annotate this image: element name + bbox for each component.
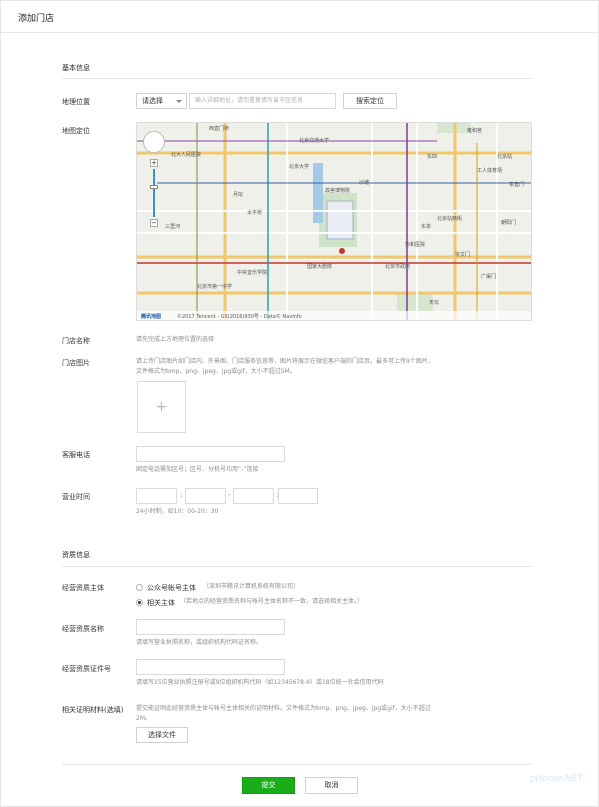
map-place: 国家大剧院 [307,264,333,270]
map-place: 北京站 [497,154,513,160]
open-minute-input[interactable] [185,488,226,504]
map-place: 工人体育场 [477,168,503,174]
subject-label: 经营资质主体 [62,584,104,592]
region-select[interactable]: 请选择 [136,93,187,109]
qualification-name-input[interactable] [136,619,285,635]
hours-label: 营业时间 [62,493,90,501]
region-select-value: 请选择 [142,97,163,105]
zoom-out-icon[interactable]: − [150,219,158,227]
zoom-in-icon[interactable]: + [150,159,158,167]
map-place: 西直门桥 [209,126,230,132]
map-place: 故宫博物院 [325,188,351,194]
map-place: 天坛 [429,300,440,306]
page-title: 添加门店 [18,14,55,24]
store-name-label: 门店名称 [62,337,90,345]
map-place: 协和医院 [405,242,426,248]
watermark: pHome.NET [529,774,583,784]
map-place: 广渠门 [481,274,497,280]
qualification-name-label: 经营资质名称 [62,625,104,633]
map[interactable]: 西直门桥 雍和宫 北京交通大学 北大人民医院 北京站 沙滩 故宫博物院 月坛 太… [136,122,532,321]
store-images-label: 门店图片 [62,359,90,367]
section-title-qualification: 资质信息 [62,551,90,559]
plus-icon: + [155,399,168,415]
map-pan-control[interactable] [143,131,165,153]
map-place: 沙滩 [359,180,370,186]
option-account-subject-note: （深圳市腾讯计算机系统有限公司） [203,583,300,590]
divider [62,764,532,765]
map-place: 雍和宫 [467,128,483,134]
phone-label: 客服电话 [62,451,90,459]
cancel-button[interactable]: 取消 [305,777,358,794]
zoom-slider[interactable] [153,169,155,217]
map-place: 东直门 [509,182,525,188]
store-images-hint: 请上传门店图片如门店内、外景图、门店服务信息等，图片将展示在微信客户端的门店页。… [136,358,434,375]
tencent-map-logo: 腾讯地图 [141,314,162,320]
image-upload-box[interactable]: + [137,381,186,433]
close-hour-input[interactable] [233,488,274,504]
map-place: 北京市第一中学 [197,284,233,290]
search-location-button[interactable]: 搜索定位 [343,93,397,109]
chevron-down-icon [176,100,182,103]
divider [62,78,532,79]
store-name-hint: 请先完成上方地理位置的选择 [136,336,215,343]
close-minute-input[interactable] [278,488,318,504]
map-place: 东单 [421,224,432,230]
map-place: 北大人民医院 [171,152,202,158]
address-placeholder: 输入详细地址，请勿重复填写省市区信息 [195,97,304,104]
qualification-name-hint: 请填写营业执照名称，或组织机构代码证名称。 [136,639,263,646]
open-hour-input[interactable] [136,488,177,504]
radio-account-subject[interactable] [136,584,143,591]
cert-number-hint: 请填写15位营业执照注册号或9位组织机构代码（如12345678-9）或18位统… [136,679,384,686]
map-place: 三里河 [165,224,181,230]
proof-label: 相关证明材料(选填) [62,706,124,714]
top-bar [1,1,598,33]
map-label: 地图定位 [62,127,90,135]
section-title-basic: 基本信息 [62,64,90,72]
map-place: 崇文门 [455,252,471,258]
phone-hint: 固定电话需加区号；区号、分机号均用“-”连接 [136,466,259,473]
phone-input[interactable] [136,446,285,462]
option-related-subject-note: （若地点的经营资质名称与帐号主体名称不一致，请选择相关主体。） [180,598,364,605]
location-label: 地理位置 [62,98,90,106]
zoom-handle[interactable] [150,185,158,189]
map-place: 东四 [427,154,438,160]
address-input[interactable]: 输入详细地址，请勿重复填写省市区信息 [189,93,336,109]
map-place: 北京大学 [289,164,310,170]
hours-colon: : [180,491,183,499]
map-place: 朝阳门 [501,220,517,226]
map-place: 太平桥 [247,210,263,216]
hours-hint: 24小时制，如10：00-20：30 [136,508,219,515]
choose-file-button[interactable]: 选择文件 [136,727,188,743]
divider [62,566,532,567]
map-place: 月坛 [233,192,244,198]
cert-number-input[interactable] [136,659,285,675]
submit-button[interactable]: 提交 [242,777,295,794]
map-place: 北京站西街 [437,216,463,222]
proof-hint: 提交能证明此经营资质主体与帐号主体相关的证明材料。文件格式为bmp、png、jp… [136,705,431,722]
option-account-subject-label: 公众号帐号主体 [147,584,196,592]
map-place: 北京市政府 [385,264,411,270]
hours-dash: - [228,491,231,499]
map-place: 中央音乐学院 [237,270,268,276]
map-copyright: ©2017 Tencent - GS(2016)930号 - Data© Nav… [177,314,302,320]
option-related-subject-label: 相关主体 [147,599,175,607]
radio-related-subject[interactable] [136,599,143,606]
map-place: 北京交通大学 [299,138,330,144]
cert-number-label: 经营资质证件号 [62,665,111,673]
